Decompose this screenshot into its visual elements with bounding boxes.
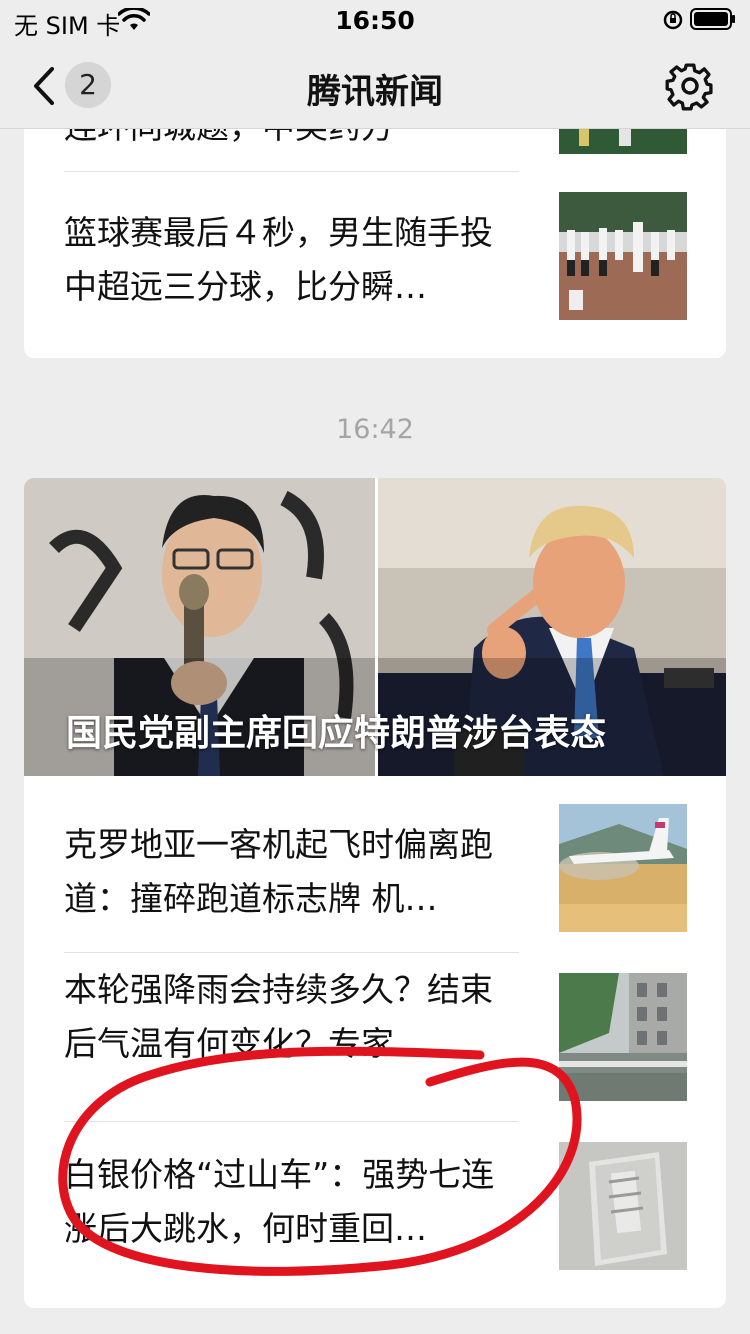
news-item-title: 克罗地亚一客机起飞时偏离跑道：撞碎跑道标志牌 机… — [64, 825, 493, 918]
news-card: 国民党副主席回应特朗普涉台表态 克罗地亚一客机起飞时偏离跑道：撞碎跑道标志牌 机… — [24, 478, 726, 1308]
nav-bar: 2 腾讯新闻 — [0, 44, 750, 129]
news-item[interactable]: 篮球赛最后４秒，男生随手投中超远三分球，比分瞬… — [24, 172, 726, 358]
chat-timestamp: 16:42 — [336, 414, 414, 445]
news-item[interactable]: 白银价格“过山车”：强势七连涨后大跳水，何时重回… — [24, 1122, 726, 1308]
hero-caption: 国民党副主席回应特朗普涉台表态 — [66, 713, 607, 754]
page-title: 腾讯新闻 — [307, 72, 443, 112]
news-item-title: 连环同城题，中奖药方 — [64, 128, 520, 154]
news-card: 连环同城题，中奖药方 篮球赛最后４秒，男生随手投中超远三分球，比分瞬… — [24, 128, 726, 358]
status-time: 16:50 — [335, 6, 415, 35]
gear-icon[interactable] — [664, 60, 716, 112]
rotation-lock-icon — [663, 10, 683, 30]
news-thumbnail — [559, 192, 687, 320]
news-item-title: 本轮强降雨会持续多久？结束后气温有何变化？专家… — [64, 970, 493, 1063]
news-item[interactable]: 连环同城题，中奖药方 — [24, 128, 726, 170]
message-feed[interactable]: 连环同城题，中奖药方 篮球赛最后４秒，男生随手投中超远三分球，比分瞬… — [0, 128, 750, 1334]
news-thumbnail — [559, 804, 687, 932]
news-item-title: 篮球赛最后４秒，男生随手投中超远三分球，比分瞬… — [64, 213, 493, 306]
hero-news-item[interactable]: 国民党副主席回应特朗普涉台表态 — [24, 478, 726, 776]
battery-icon — [690, 8, 735, 30]
news-item[interactable]: 本轮强降雨会持续多久？结束后气温有何变化？专家… — [24, 953, 726, 1121]
news-thumbnail — [559, 1142, 687, 1270]
news-item-title: 白银价格“过山车”：强势七连涨后大跳水，何时重回… — [64, 1155, 495, 1248]
news-thumbnail — [559, 973, 687, 1101]
news-thumbnail — [559, 128, 687, 154]
news-item[interactable]: 克罗地亚一客机起飞时偏离跑道：撞碎跑道标志牌 机… — [24, 776, 726, 952]
status-bar: 无 SIM 卡 16:50 — [0, 0, 750, 44]
